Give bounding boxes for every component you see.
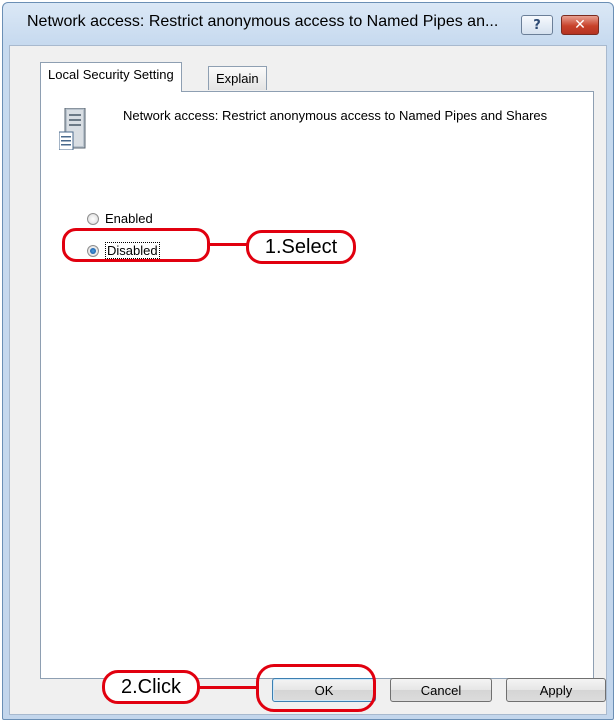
close-button[interactable]: ✕ [561, 15, 599, 35]
radio-enabled[interactable]: Enabled [87, 211, 153, 226]
radio-enabled-indicator[interactable] [87, 212, 99, 225]
dialog-window: Network access: Restrict anonymous acces… [2, 2, 614, 720]
annotation-highlight-ok [256, 664, 376, 712]
tab-panel: Network access: Restrict anonymous acces… [40, 91, 594, 679]
cancel-button[interactable]: Cancel [390, 678, 492, 702]
window-title: Network access: Restrict anonymous acces… [27, 13, 499, 30]
annotation-connector-2 [198, 686, 256, 689]
apply-button[interactable]: Apply [506, 678, 606, 702]
annotation-connector-1 [210, 243, 248, 246]
radio-enabled-label[interactable]: Enabled [105, 211, 153, 226]
server-icon [59, 108, 86, 150]
tab-explain[interactable]: Explain [208, 66, 267, 90]
policy-description: Network access: Restrict anonymous acces… [123, 108, 548, 123]
tab-local-security-setting[interactable]: Local Security Setting [40, 62, 182, 92]
annotation-highlight-disabled [62, 228, 210, 262]
title-bar[interactable]: Network access: Restrict anonymous acces… [3, 3, 613, 43]
annotation-step2: 2.Click [102, 670, 200, 704]
help-button[interactable]: ? [521, 15, 553, 35]
annotation-step1: 1.Select [246, 230, 356, 264]
dialog-client-area: Local Security Setting Explain Network a… [9, 45, 607, 715]
